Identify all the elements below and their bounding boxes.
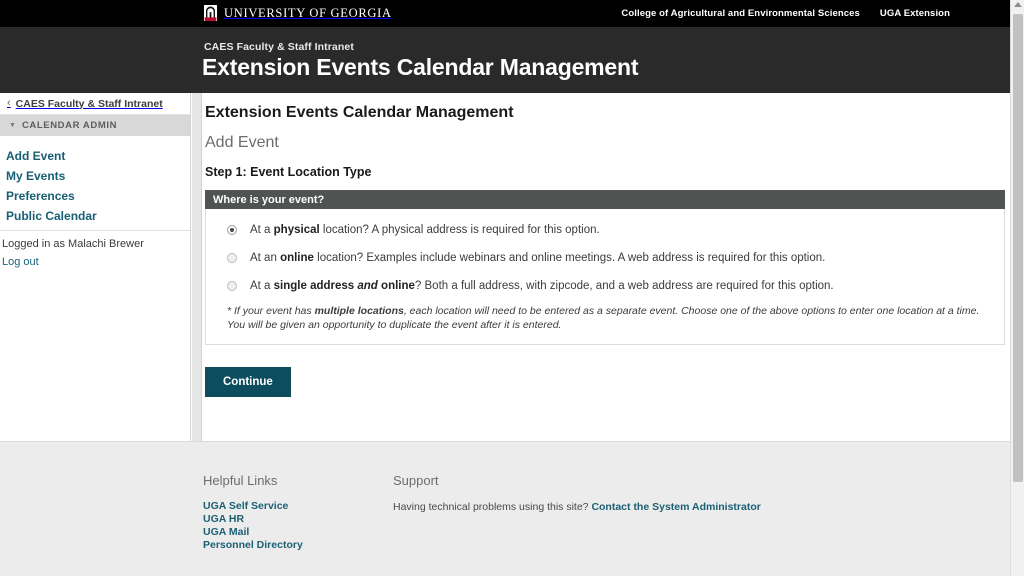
sidebar-item-my-events[interactable]: My Events bbox=[0, 166, 190, 186]
site-title: Extension Events Calendar Management bbox=[202, 54, 639, 80]
option-online-label: At an online location? Examples include … bbox=[250, 252, 826, 264]
vertical-scrollbar[interactable] bbox=[1010, 0, 1024, 576]
radio-online[interactable] bbox=[227, 253, 237, 263]
sidebar-item-public-calendar[interactable]: Public Calendar bbox=[0, 206, 190, 226]
sidebar-user-block: Logged in as Malachi Brewer Log out bbox=[0, 230, 190, 270]
footer-link-uga-mail[interactable]: UGA Mail bbox=[203, 526, 303, 539]
footer-support-question: Having technical problems using this sit… bbox=[393, 501, 592, 513]
sidebar-nav: Add Event My Events Preferences Public C… bbox=[0, 136, 190, 226]
logged-in-as-text: Logged in as Malachi Brewer bbox=[2, 238, 144, 250]
sidebar-item-add-event[interactable]: Add Event bbox=[0, 146, 190, 166]
page-title: Extension Events Calendar Management bbox=[205, 104, 514, 121]
utility-link-uga-extension[interactable]: UGA Extension bbox=[880, 8, 950, 19]
footer-support-text: Having technical problems using this sit… bbox=[393, 500, 761, 514]
event-location-panel: Where is your event? At a physical locat… bbox=[205, 190, 1005, 345]
site-eyebrow: CAES Faculty & Staff Intranet bbox=[204, 41, 354, 53]
uga-arch-icon bbox=[204, 5, 217, 23]
sidebar-back-link[interactable]: ‹ CAES Faculty & Staff Intranet bbox=[0, 93, 190, 115]
site-header: CAES Faculty & Staff Intranet Extension … bbox=[0, 27, 1010, 93]
option-physical-label: At a physical location? A physical addre… bbox=[250, 224, 600, 236]
uga-home-link[interactable]: UNIVERSITY OF GEORGIA bbox=[204, 5, 392, 23]
sidebar-main-divider bbox=[192, 93, 201, 441]
sidebar: ‹ CAES Faculty & Staff Intranet ▼ CALEND… bbox=[0, 93, 191, 441]
contact-system-administrator-link[interactable]: Contact the System Administrator bbox=[591, 501, 760, 513]
utility-nav: College of Agricultural and Environmenta… bbox=[621, 8, 950, 19]
panel-body: At a physical location? A physical addre… bbox=[205, 209, 1005, 345]
step-title: Step 1: Event Location Type bbox=[205, 165, 372, 179]
radio-address-and-online[interactable] bbox=[227, 281, 237, 291]
footer-link-personnel-directory[interactable]: Personnel Directory bbox=[203, 539, 303, 552]
scrollbar-thumb[interactable] bbox=[1013, 14, 1023, 482]
footer-support-column: Support Having technical problems using … bbox=[393, 473, 761, 514]
footer-helpful-links-heading: Helpful Links bbox=[203, 473, 278, 488]
chevron-left-icon: ‹ bbox=[7, 97, 11, 109]
continue-button[interactable]: Continue bbox=[205, 367, 291, 397]
sidebar-section-calendar-admin[interactable]: ▼ CALENDAR ADMIN bbox=[0, 115, 190, 136]
sidebar-item-preferences[interactable]: Preferences bbox=[0, 186, 190, 206]
radio-physical[interactable] bbox=[227, 225, 237, 235]
site-footer: Helpful Links UGA Self Service UGA HR UG… bbox=[0, 441, 1010, 576]
option-online[interactable]: At an online location? Examples include … bbox=[222, 251, 988, 265]
footer-helpful-links-column: Helpful Links UGA Self Service UGA HR UG… bbox=[203, 473, 303, 552]
footer-link-uga-hr[interactable]: UGA HR bbox=[203, 513, 303, 526]
logout-link[interactable]: Log out bbox=[2, 255, 39, 270]
sidebar-back-label: CAES Faculty & Staff Intranet bbox=[15, 97, 163, 110]
footer-link-uga-self-service[interactable]: UGA Self Service bbox=[203, 500, 303, 513]
option-physical[interactable]: At a physical location? A physical addre… bbox=[222, 223, 988, 237]
page-subtitle: Add Event bbox=[205, 134, 279, 151]
panel-header: Where is your event? bbox=[205, 190, 1005, 209]
option-address-and-online-label: At a single address and online? Both a f… bbox=[250, 280, 834, 292]
uga-wordmark: UNIVERSITY OF GEORGIA bbox=[224, 5, 392, 20]
sidebar-section-label: CALENDAR ADMIN bbox=[21, 120, 118, 131]
footer-support-heading: Support bbox=[393, 473, 439, 488]
top-utility-bar: UNIVERSITY OF GEORGIA College of Agricul… bbox=[0, 0, 1010, 27]
scroll-up-arrow-icon[interactable] bbox=[1014, 2, 1022, 7]
multiple-locations-note: * If your event has multiple locations, … bbox=[227, 305, 980, 331]
page-root: UNIVERSITY OF GEORGIA College of Agricul… bbox=[0, 0, 1024, 576]
caret-down-icon: ▼ bbox=[9, 122, 16, 129]
main-content: Extension Events Calendar Management Add… bbox=[201, 93, 1010, 441]
utility-link-caes[interactable]: College of Agricultural and Environmenta… bbox=[621, 8, 860, 19]
option-address-and-online[interactable]: At a single address and online? Both a f… bbox=[222, 279, 988, 293]
